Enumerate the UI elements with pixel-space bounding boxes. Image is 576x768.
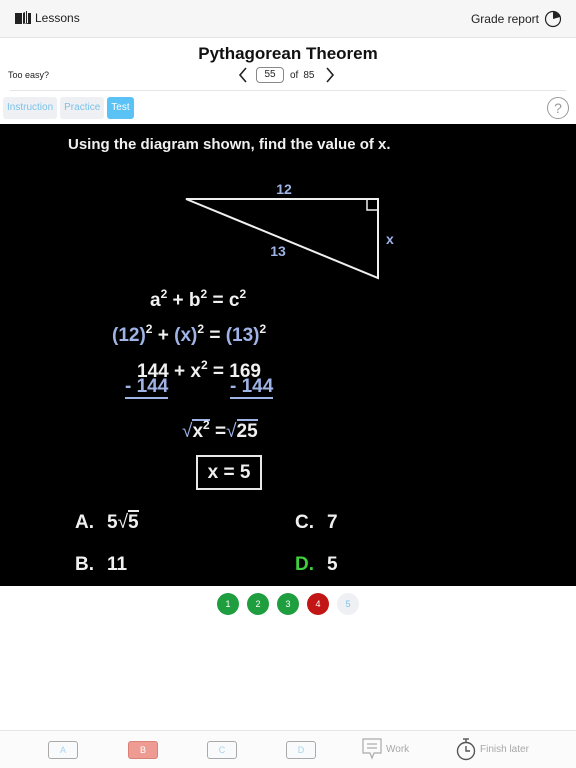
progress-dot[interactable]: 3: [277, 593, 299, 615]
tab-practice[interactable]: Practice: [60, 97, 105, 119]
grade-report-button[interactable]: Grade report: [471, 10, 562, 28]
answer-button-d[interactable]: D: [286, 741, 316, 759]
right-angle-marker: [366, 199, 378, 211]
finish-later-button[interactable]: Finish later: [456, 737, 529, 761]
equation-formula: a2 + b2 = c2: [150, 287, 247, 311]
side-top-label: 12: [276, 181, 292, 197]
answer-button-a[interactable]: A: [48, 741, 78, 759]
help-icon[interactable]: ?: [547, 97, 569, 119]
equation-squared: 144 + x2 = 169: [137, 358, 261, 382]
answer-button-b[interactable]: B: [128, 741, 158, 759]
divider: [10, 90, 566, 91]
chevron-right-icon: [326, 67, 335, 83]
of-label: of: [290, 69, 299, 81]
tab-test[interactable]: Test: [107, 97, 134, 119]
previous-button[interactable]: [236, 66, 250, 84]
problem-video[interactable]: Using the diagram shown, find the value …: [0, 124, 576, 586]
subtract-right: - 144: [230, 376, 274, 399]
work-button[interactable]: Work: [362, 738, 409, 760]
equation-square-root: √x2 =√25: [182, 418, 258, 442]
page-total: 85: [303, 69, 315, 81]
question-progress: 1 2 3 4 5: [217, 593, 367, 615]
answer-button-c[interactable]: C: [207, 741, 237, 759]
too-easy-link[interactable]: Too easy?: [8, 70, 49, 80]
mode-tabs: Instruction Practice Test: [3, 97, 137, 119]
progress-dot[interactable]: 4: [307, 593, 329, 615]
side-right-label: x: [386, 231, 394, 247]
pie-progress-icon: [544, 10, 562, 28]
next-button[interactable]: [323, 66, 337, 84]
page-number-input[interactable]: 55: [256, 67, 284, 83]
stopwatch-icon: [456, 738, 476, 761]
progress-dot[interactable]: 5: [337, 593, 359, 615]
work-label: Work: [386, 743, 410, 755]
finish-later-label: Finish later: [480, 743, 529, 755]
lessons-button[interactable]: Lessons: [14, 11, 80, 25]
choice-a: A. 5√5: [75, 510, 139, 533]
subtract-left: - 144: [125, 376, 169, 399]
progress-dot[interactable]: 2: [247, 593, 269, 615]
choice-c: C. 7: [295, 512, 338, 533]
page-title: Pythagorean Theorem: [198, 44, 378, 63]
comment-icon: [362, 738, 382, 760]
answer-box: x = 5: [196, 455, 262, 490]
triangle-shape: [185, 198, 379, 280]
choice-b: B. 11: [75, 554, 128, 575]
top-bar: Lessons Grade report: [0, 0, 576, 38]
equation-substitution: (12)2 + (x)2 = (13)2: [112, 322, 267, 346]
lessons-label: Lessons: [35, 11, 80, 25]
choice-d: D. 5: [295, 554, 338, 575]
hypotenuse-label: 13: [270, 243, 286, 259]
book-icon: [15, 11, 31, 24]
chevron-left-icon: [238, 67, 247, 83]
grade-report-label: Grade report: [470, 12, 539, 26]
pager: 55 of 85: [236, 66, 337, 84]
answer-bar: A B C D Work Finish later: [0, 730, 576, 768]
tab-instruction[interactable]: Instruction: [3, 97, 58, 119]
progress-dot[interactable]: 1: [217, 593, 239, 615]
